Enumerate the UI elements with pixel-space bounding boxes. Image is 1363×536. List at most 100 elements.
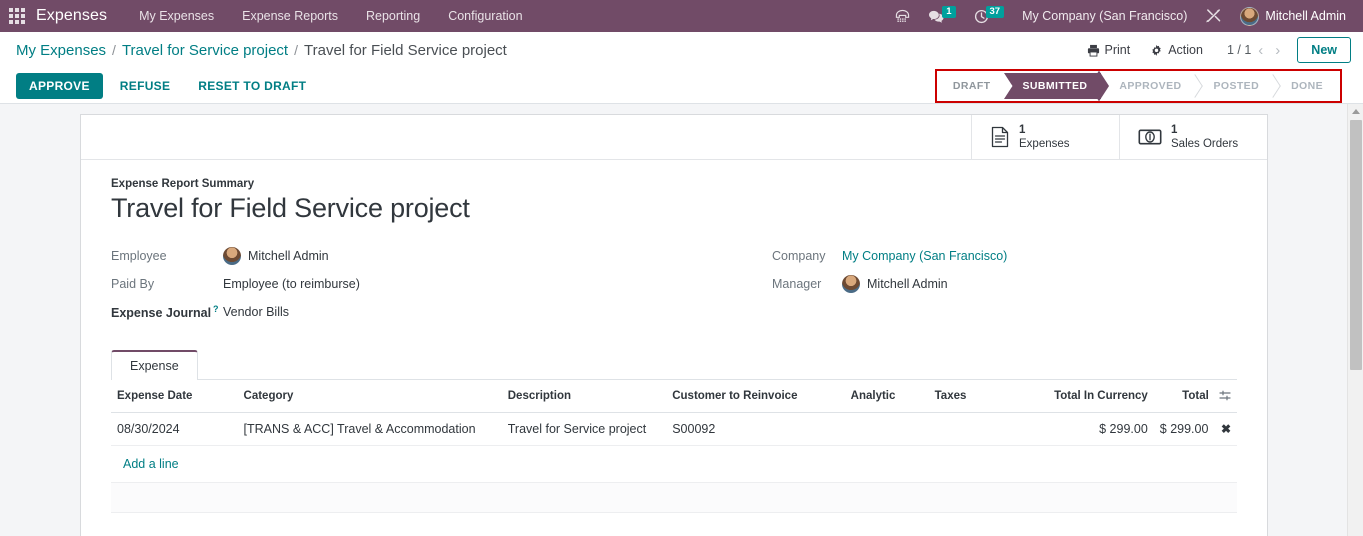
tab-expense[interactable]: Expense	[111, 349, 198, 380]
manager-name: Mitchell Admin	[867, 276, 948, 291]
form-group-right: Company My Company (San Francisco) Manag…	[674, 242, 1237, 326]
employee-name: Mitchell Admin	[248, 248, 329, 263]
status-stage-posted[interactable]: POSTED	[1195, 73, 1274, 99]
menu-reporting[interactable]: Reporting	[352, 0, 434, 32]
field-row-employee: Employee Mitchell Admin	[111, 242, 674, 270]
cell-category[interactable]: [TRANS & ACC] Travel & Accommodation	[237, 412, 502, 446]
empty-row	[111, 512, 1237, 536]
cell-description[interactable]: Travel for Service project	[501, 412, 667, 446]
column-category[interactable]: Category	[237, 379, 502, 413]
smart-button-bar: 1 Expenses 1 Sales Orders	[81, 115, 1267, 160]
control-panel-actions: Print Action 1 / 1 ‹ › New	[1077, 37, 1351, 63]
activities-counter-badge: 37	[985, 5, 1005, 18]
column-total-in-currency[interactable]: Total In Currency	[1005, 379, 1154, 413]
document-icon	[991, 126, 1009, 148]
status-stage-done[interactable]: DONE	[1273, 73, 1337, 99]
column-total[interactable]: Total	[1153, 379, 1237, 413]
user-menu-button[interactable]: Mitchell Admin	[1231, 0, 1355, 32]
expense-lines-header: Expense Date Category Description Custom…	[111, 379, 1237, 413]
systray-dialpad-button[interactable]	[886, 0, 919, 32]
apps-menu-button[interactable]	[0, 0, 34, 32]
field-value-expense-journal[interactable]: Vendor Bills	[223, 305, 289, 319]
page-title[interactable]: Travel for Field Service project	[111, 192, 1237, 226]
field-row-company: Company My Company (San Francisco)	[772, 242, 1237, 270]
new-button[interactable]: New	[1297, 37, 1351, 63]
expense-report-summary-label: Expense Report Summary	[111, 178, 255, 190]
add-a-line-button[interactable]: Add a line	[117, 448, 185, 480]
form-view-content: 1 Expenses 1 Sales Orders Expense Report…	[0, 104, 1363, 536]
table-header-row: Expense Date Category Description Custom…	[111, 379, 1237, 413]
table-row[interactable]: 08/30/2024 [TRANS & ACC] Travel & Accomm…	[111, 412, 1237, 446]
add-line-row: Add a line	[111, 445, 1237, 483]
pager-previous-button[interactable]: ‹	[1253, 43, 1268, 58]
statusbar: DRAFT SUBMITTED APPROVED POSTED DONE	[938, 73, 1337, 99]
field-row-manager: Manager Mitchell Admin	[772, 270, 1237, 298]
breadcrumb-item-travel-for-service-project[interactable]: Travel for Service project	[122, 42, 288, 59]
column-expense-date[interactable]: Expense Date	[111, 379, 238, 413]
refuse-button[interactable]: REFUSE	[109, 73, 181, 99]
field-row-expense-journal: Expense Journal? Vendor Bills	[111, 298, 674, 326]
cell-taxes[interactable]	[928, 412, 1006, 446]
column-taxes[interactable]: Taxes	[928, 379, 1006, 413]
delete-row-icon[interactable]: ✖	[1212, 422, 1231, 436]
cell-analytic[interactable]	[844, 412, 929, 446]
print-button[interactable]: Print	[1077, 39, 1141, 61]
systray-developer-tools-button[interactable]	[1196, 0, 1231, 32]
control-panel-bottom: APPROVE REFUSE RESET TO DRAFT DRAFT SUBM…	[0, 68, 1363, 103]
field-label-manager: Manager	[772, 276, 822, 291]
cell-total-in-currency[interactable]: $ 299.00	[1005, 412, 1154, 446]
breadcrumb-item-my-expenses[interactable]: My Expenses	[16, 42, 106, 59]
cell-customer-to-reinvoice[interactable]: S00092	[666, 412, 845, 446]
record-sheet: 1 Expenses 1 Sales Orders Expense Report…	[80, 114, 1268, 536]
reset-to-draft-button[interactable]: RESET TO DRAFT	[187, 73, 317, 99]
status-stage-approved[interactable]: APPROVED	[1101, 73, 1196, 99]
scroll-thumb[interactable]	[1350, 120, 1362, 370]
column-analytic[interactable]: Analytic	[844, 379, 929, 413]
column-options-icon[interactable]	[1219, 390, 1231, 403]
systray-activities-button[interactable]: 37	[965, 0, 1014, 32]
cell-total-value: $ 299.00	[1159, 421, 1209, 436]
action-button[interactable]: Action	[1140, 39, 1213, 61]
menu-my-expenses[interactable]: My Expenses	[125, 0, 228, 32]
cell-expense-date[interactable]: 08/30/2024	[111, 412, 238, 446]
menu-configuration[interactable]: Configuration	[434, 0, 536, 32]
app-brand-expenses[interactable]: Expenses	[34, 7, 125, 25]
cell-total[interactable]: $ 299.00 ✖	[1153, 412, 1237, 446]
smart-button-expenses[interactable]: 1 Expenses	[971, 115, 1119, 159]
action-label: Action	[1168, 43, 1203, 57]
pager-value: 1 / 1	[1226, 43, 1252, 57]
notebook-tabs: Expense	[111, 349, 1237, 380]
pager-next-button[interactable]: ›	[1270, 43, 1285, 58]
column-total-label: Total	[1182, 389, 1209, 402]
systray-company-name[interactable]: My Company (San Francisco)	[1013, 0, 1196, 32]
menu-expense-reports[interactable]: Expense Reports	[228, 0, 352, 32]
status-stage-submitted[interactable]: SUBMITTED	[1004, 73, 1102, 99]
smart-button-sales-orders[interactable]: 1 Sales Orders	[1119, 115, 1267, 159]
column-customer-to-reinvoice[interactable]: Customer to Reinvoice	[666, 379, 845, 413]
systray-messages-button[interactable]: 1	[919, 0, 964, 32]
vertical-scrollbar[interactable]	[1347, 104, 1363, 536]
status-stage-draft[interactable]: DRAFT	[938, 73, 1005, 99]
column-description[interactable]: Description	[501, 379, 667, 413]
expense-journal-label-text: Expense Journal	[111, 305, 212, 320]
dialpad-icon	[896, 9, 910, 22]
field-value-paid-by[interactable]: Employee (to reimburse)	[223, 277, 360, 291]
field-value-manager[interactable]: Mitchell Admin	[842, 274, 948, 293]
gear-icon	[1152, 44, 1161, 56]
smart-button-expenses-count: 1	[1019, 123, 1026, 136]
field-label-company: Company	[772, 248, 826, 263]
field-value-company[interactable]: My Company (San Francisco)	[842, 249, 1007, 263]
apps-grid-icon	[9, 8, 25, 24]
field-value-employee[interactable]: Mitchell Admin	[223, 246, 329, 265]
avatar	[223, 246, 241, 265]
field-label-expense-journal: Expense Journal?	[111, 304, 223, 320]
print-label: Print	[1104, 43, 1131, 57]
help-tooltip-icon[interactable]: ?	[213, 304, 219, 314]
breadcrumb-current-record: Travel for Field Service project	[304, 41, 507, 59]
scroll-up-arrow-icon[interactable]	[1351, 109, 1360, 114]
approve-button[interactable]: APPROVE	[16, 72, 103, 99]
breadcrumb-separator: /	[112, 41, 116, 58]
avatar	[842, 274, 860, 293]
banknote-icon	[1138, 129, 1162, 145]
control-panel: My Expenses / Travel for Service project…	[0, 32, 1363, 104]
